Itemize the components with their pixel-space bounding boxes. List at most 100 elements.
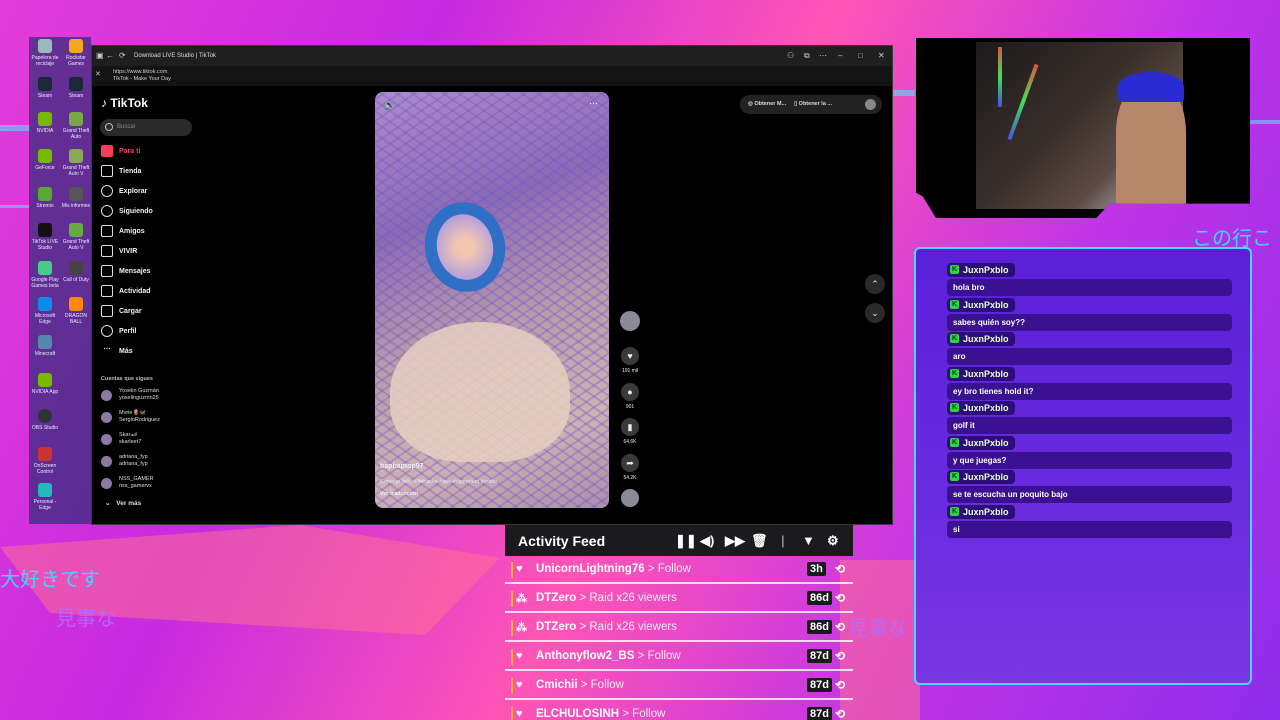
video-player[interactable]: 🔈 ⋯ bapbaptop97 Consejo #diy #lifehacks … <box>375 92 609 508</box>
desktop-icon[interactable]: DRAGON BALL <box>60 297 92 325</box>
event-age: 86d <box>807 620 832 634</box>
bg-streak <box>0 205 30 208</box>
following-account[interactable]: Mvrie🌷🦋 SergioRodriguez <box>101 410 160 424</box>
nav-friends[interactable]: Amigos <box>101 225 145 237</box>
address-bar[interactable]: ✕ https://www.tiktok.com TikTok - Make Y… <box>92 66 892 86</box>
maximize-icon[interactable]: □ <box>858 51 863 60</box>
nav-upload[interactable]: Cargar <box>101 305 142 317</box>
volume-icon[interactable]: 🔈 <box>384 100 395 111</box>
desktop-icon[interactable]: Google Play Games beta <box>29 261 61 289</box>
tiktok-logo[interactable]: ♪ TikTok <box>101 96 148 110</box>
desktop-icon[interactable]: OnScreen Control <box>29 447 61 475</box>
event-age: 3h <box>807 562 826 576</box>
event-age: 87d <box>807 678 832 692</box>
desktop-icon[interactable]: Microsoft Edge <box>29 297 61 325</box>
trash-icon[interactable]: 🗑 <box>751 533 768 549</box>
nav-activity[interactable]: Actividad <box>101 285 151 297</box>
desktop-icon[interactable]: Papelera de reciclaje <box>29 39 61 67</box>
desktop-icon[interactable]: Grand Theft Auto <box>60 112 92 140</box>
replay-icon[interactable]: ⟲ <box>835 707 845 720</box>
replay-icon[interactable]: ⟲ <box>835 678 845 692</box>
row-divider <box>505 582 853 584</box>
gear-icon[interactable]: ⚙ <box>827 533 839 549</box>
nav-following[interactable]: Siguiendo <box>101 205 153 217</box>
replay-icon[interactable]: ⟲ <box>835 562 845 576</box>
get-coins-button[interactable]: ◎ Obtener M... <box>748 101 786 114</box>
desktop-icon[interactable]: Steam <box>60 77 92 99</box>
feed-row[interactable]: ♥ Anthonyflow2_BS > Follow 87d ⟲ <box>505 643 853 671</box>
user-avatar[interactable] <box>865 99 876 110</box>
save-button[interactable]: ▮ 64.6K <box>617 418 643 445</box>
desktop-icon[interactable]: GeForce <box>29 149 61 171</box>
desktop-icon[interactable]: Stremio <box>29 187 61 209</box>
following-account[interactable]: Skar🏎 skarleet7 <box>101 432 141 446</box>
replay-icon[interactable]: ⟲ <box>835 591 845 605</box>
messages-icon <box>101 265 113 277</box>
video-menu-icon[interactable]: ⋯ <box>589 98 598 109</box>
close-tab-icon[interactable]: ✕ <box>95 71 101 78</box>
refresh-icon[interactable]: ⟳ <box>119 51 126 60</box>
desktop-icon[interactable]: Grand Theft Auto V <box>60 149 92 177</box>
desktop-icon[interactable]: TikTok LIVE Studio <box>29 223 61 251</box>
tab-title[interactable]: Download LIVE Studio | TikTok <box>134 53 216 59</box>
feed-row[interactable]: ⁂ DTZero > Raid x26 viewers 86d ⟲ <box>505 614 853 642</box>
translate-link[interactable]: Ver traducción <box>380 491 418 497</box>
replay-icon[interactable]: ⟲ <box>835 620 845 634</box>
skip-icon[interactable]: ▶▶ <box>725 533 745 549</box>
get-app-button[interactable]: ▯ Obtener la ... <box>794 101 832 114</box>
nav-messages[interactable]: Mensajes <box>101 265 151 277</box>
video-author[interactable]: bapbaptop97 <box>380 463 424 470</box>
menu-icon[interactable]: ⋯ <box>819 51 827 60</box>
see-more-link[interactable]: ⌄ Ver más <box>101 500 141 507</box>
nav-profile[interactable]: Perfil <box>101 325 137 337</box>
replay-icon[interactable]: ⟲ <box>835 649 845 663</box>
pause-icon[interactable]: ❚❚ <box>675 533 697 549</box>
next-video-button[interactable]: ⌄ <box>865 303 885 323</box>
minimize-icon[interactable]: – <box>838 51 842 60</box>
creator-avatar[interactable] <box>617 311 643 334</box>
extensions-icon[interactable]: ⚇ <box>787 51 794 60</box>
moderator-badge-icon: K <box>950 334 959 343</box>
search-input[interactable]: Buscar <box>100 119 192 136</box>
share-button[interactable]: ➦ 54.2K <box>617 454 643 481</box>
desktop-icon[interactable]: NVIDIA App <box>29 373 61 395</box>
desktop-icon[interactable]: Minecraft <box>29 335 61 357</box>
heart-icon: ♥ <box>516 563 523 575</box>
activity-icon <box>101 285 113 297</box>
desktop-icon[interactable]: NVIDIA <box>29 112 61 134</box>
feed-row[interactable]: ♥ ELCHULOSINH > Follow 87d ⟲ <box>505 701 853 720</box>
desktop-icon[interactable]: Mis informes <box>60 187 92 209</box>
nav-live[interactable]: VIVIR <box>101 245 137 257</box>
following-account[interactable]: Yoselin Guzmán yoselinguzmn25 <box>101 388 159 402</box>
like-button[interactable]: ♥ 191 mil <box>617 347 643 374</box>
desktop-icon[interactable]: Grand Theft Auto V <box>60 223 92 251</box>
desktop-icon[interactable]: Steam <box>29 77 61 99</box>
row-accent <box>511 649 513 665</box>
nav-explore[interactable]: Explorar <box>101 185 147 197</box>
desktop-icon[interactable]: Call of Duty <box>60 261 92 283</box>
close-icon[interactable]: ✕ <box>878 51 885 60</box>
desktop-icon[interactable]: Rockstar Games <box>60 39 92 67</box>
nav-more[interactable]: ⋯ Más <box>101 345 133 357</box>
avatar <box>620 311 640 331</box>
nav-for-you[interactable]: Para ti <box>101 145 140 157</box>
sound-disc[interactable] <box>617 489 643 510</box>
chat-message: K JuxnPxblo golf it <box>947 396 1232 434</box>
nav-shop[interactable]: Tienda <box>101 165 141 177</box>
overlay-jp-text: 大好きです <box>0 567 100 591</box>
desktop-icon[interactable]: OBS Studio <box>29 409 61 431</box>
moderator-badge-icon: K <box>950 472 959 481</box>
feed-row[interactable]: ♥ UnicornLightning76 > Follow 3h ⟲ <box>505 556 853 584</box>
feed-row[interactable]: ♥ Cmichii > Follow 87d ⟲ <box>505 672 853 700</box>
share-icon[interactable]: ⧉ <box>804 51 810 61</box>
desktop-icon[interactable]: Personal - Edge <box>29 483 61 511</box>
comment-button[interactable]: ● 901 <box>617 383 643 410</box>
previous-video-button[interactable]: ⌃ <box>865 274 885 294</box>
back-icon[interactable]: ← <box>106 51 114 60</box>
filter-icon[interactable]: ▼ <box>802 533 815 548</box>
following-account[interactable]: NSS_GAMER nss_gamervx <box>101 476 154 490</box>
feed-row[interactable]: ⁂ DTZero > Raid x26 viewers 86d ⟲ <box>505 585 853 613</box>
following-account[interactable]: adriana_fyp adriana_fyp <box>101 454 148 468</box>
chat-message: K JuxnPxblo ey bro tienes hold it? <box>947 362 1232 400</box>
volume-icon[interactable]: ◀) <box>700 533 714 549</box>
